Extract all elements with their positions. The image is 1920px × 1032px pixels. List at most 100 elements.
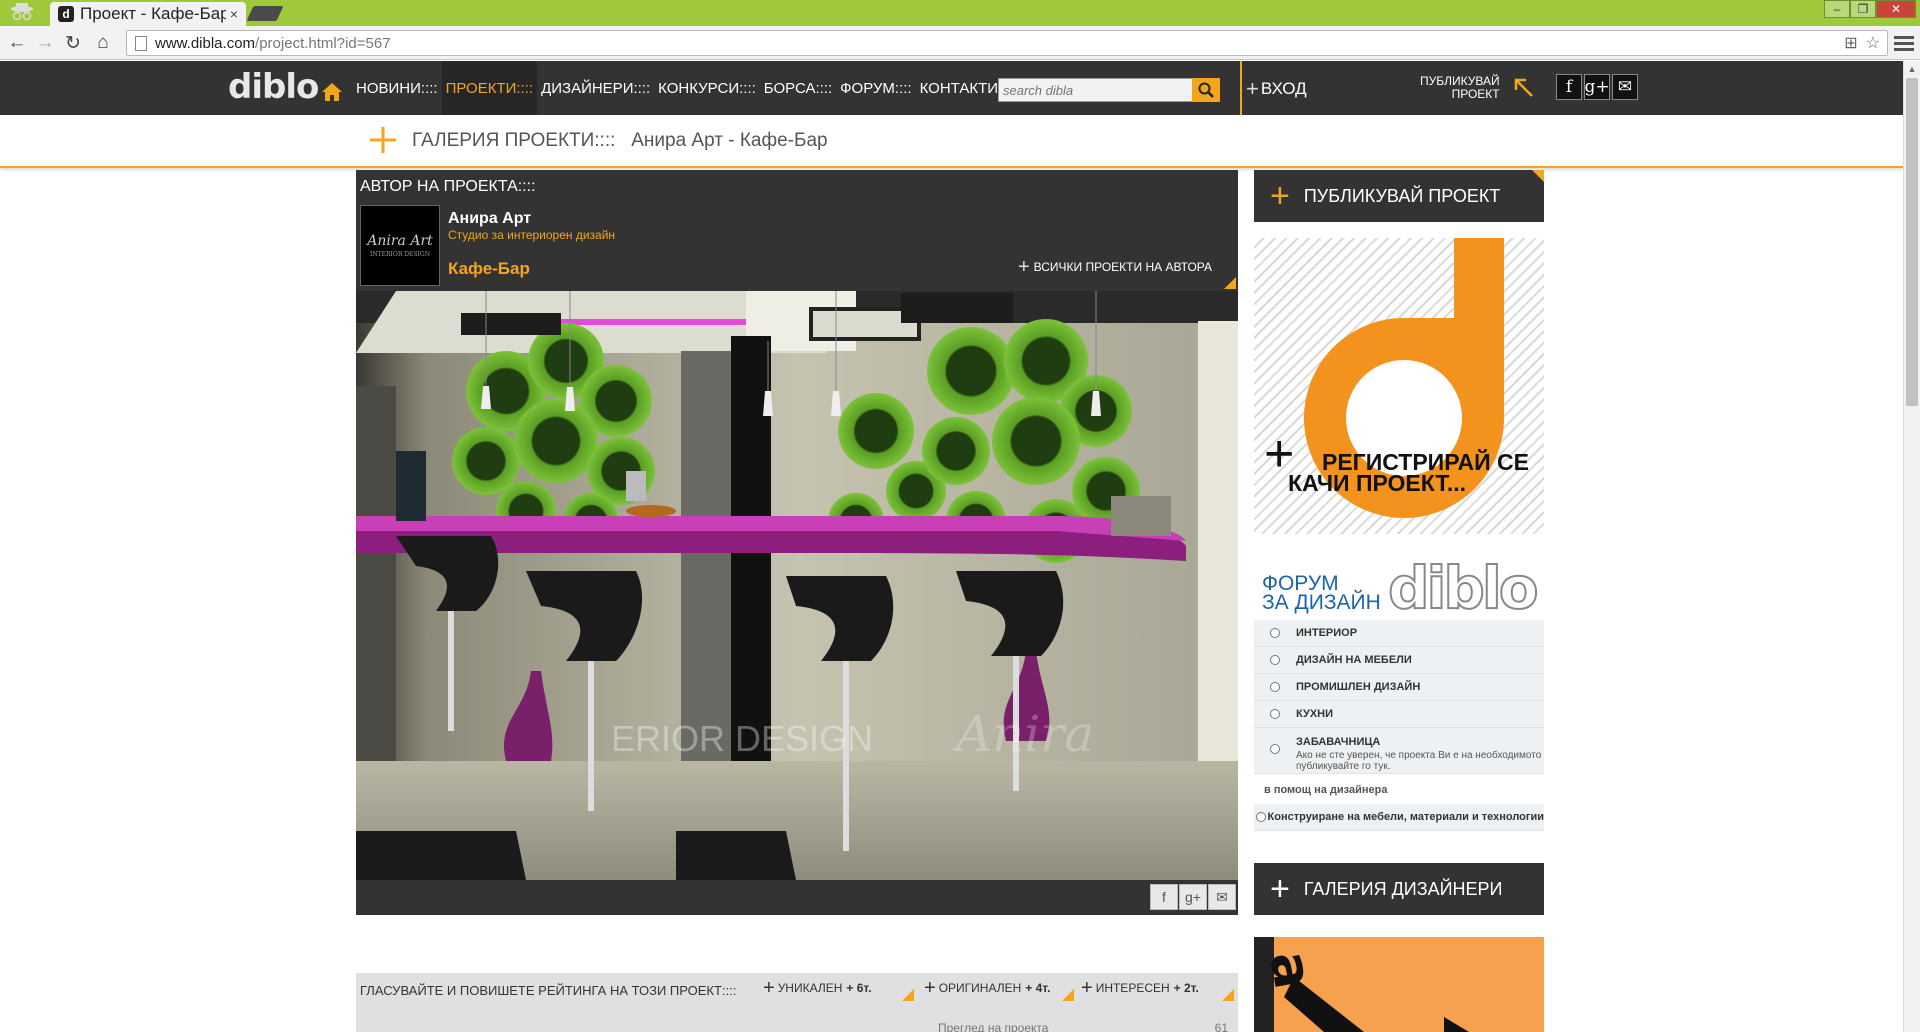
- vote-interesting-button[interactable]: + ИНТЕРЕСЕН + 2т.: [1081, 978, 1199, 998]
- share-google-plus-icon[interactable]: g+: [1179, 884, 1207, 910]
- incognito-icon: [11, 3, 33, 21]
- vote-points: + 4т.: [1025, 981, 1051, 995]
- window-controls: – ❐ ✕: [1824, 0, 1916, 18]
- image-watermark: ERIOR DESIGN: [611, 718, 873, 759]
- plus-icon: +: [763, 977, 775, 999]
- breadcrumb-text[interactable]: ГАЛЕРИЯ ПРОЕКТИ:::: Анира Арт - Кафе-Бар: [412, 130, 828, 152]
- promo-line2: КАЧИ ПРОЕКТ...: [1288, 470, 1467, 496]
- email-icon[interactable]: ✉: [1612, 74, 1638, 100]
- tab-title: Проект - Кафе-Бар: [80, 4, 226, 23]
- vote-unique-button[interactable]: + УНИКАЛЕН + 6т.: [763, 977, 872, 999]
- author-panel: АВТОР НА ПРОЕКТА:::: Anira Art INTERIOR …: [356, 170, 1238, 291]
- project-title: Кафе-Бар: [448, 259, 530, 278]
- reload-icon[interactable]: ↻: [62, 32, 84, 54]
- forum-category-industrial[interactable]: ПРОМИШЛЕН ДИЗАЙН: [1254, 674, 1544, 701]
- url-host: www.dibla.com: [155, 34, 256, 52]
- home-icon[interactable]: [322, 83, 342, 101]
- register-promo-banner[interactable]: + РЕГИСТРИРАЙ СЕ КАЧИ ПРОЕКТ...: [1254, 238, 1544, 534]
- forum-category-label: ПРОМИШЛЕН ДИЗАЙН: [1296, 681, 1421, 693]
- plus-icon: +: [1270, 870, 1290, 908]
- forum-diblo-logo: diblo: [1387, 554, 1540, 620]
- share-facebook-icon[interactable]: f: [1150, 884, 1178, 910]
- publish-line2: ПРОЕКТ: [1451, 87, 1500, 101]
- share-email-icon[interactable]: ✉: [1208, 884, 1236, 910]
- new-tab-button[interactable]: [246, 6, 284, 21]
- vote-prompt: ГЛАСУВАЙТЕ И ПОВИШЕТЕ РЕЙТИНГА НА ТОЗИ П…: [360, 983, 737, 998]
- svg-text:Anira: Anira: [952, 705, 1094, 763]
- page-scrollbar[interactable]: ▲: [1903, 61, 1920, 1032]
- forum-category-interior[interactable]: ИНТЕРИОР: [1254, 620, 1544, 647]
- nav-news[interactable]: НОВИНИ::::: [352, 61, 442, 115]
- facebook-icon[interactable]: f: [1556, 74, 1582, 100]
- nav-forum[interactable]: ФОРУМ::::: [836, 61, 915, 115]
- search-button[interactable]: [1192, 78, 1220, 102]
- google-plus-icon[interactable]: g+: [1584, 74, 1610, 100]
- browser-tab[interactable]: d Проект - Кафе-Бар ×: [50, 2, 246, 26]
- designers-promo-banner[interactable]: a: [1254, 937, 1544, 1032]
- nav-contests[interactable]: КОНКУРСИ::::: [654, 61, 760, 115]
- forum-label: ФОРУМ ЗА ДИЗАЙН: [1262, 573, 1381, 614]
- login-label: ВХОД: [1260, 79, 1307, 98]
- login-link[interactable]: + ВХОД: [1246, 78, 1307, 100]
- forum-category-construction[interactable]: Конструиране на мебели, материали и техн…: [1254, 804, 1544, 831]
- nav-projects[interactable]: ПРОЕКТИ::::: [441, 61, 538, 115]
- radio-icon: [1254, 655, 1296, 665]
- radio-icon: [1254, 812, 1268, 822]
- address-bar[interactable]: www.dibla.com/project.html?id=567: [126, 30, 1888, 56]
- home-page-icon[interactable]: ⌂: [92, 32, 114, 54]
- radio-icon: [1254, 682, 1296, 692]
- publish-project-heading[interactable]: + ПУБЛИКУВАЙ ПРОЕКТ: [1254, 170, 1544, 222]
- nav-designers[interactable]: ДИЗАЙНЕРИ::::: [537, 61, 654, 115]
- forum-line2: ЗА ДИЗАЙН: [1262, 591, 1381, 614]
- radio-icon: [1254, 628, 1296, 638]
- browser-menu-icon[interactable]: [1894, 31, 1914, 55]
- tab-favicon: d: [58, 6, 74, 22]
- forum-category-label: Конструиране на мебели, материали и техн…: [1267, 811, 1544, 823]
- forum-category-label: ДИЗАЙН НА МЕБЕЛИ: [1296, 654, 1412, 666]
- browser-tabstrip: d Проект - Кафе-Бар × – ❐ ✕: [0, 0, 1920, 26]
- scroll-up-icon[interactable]: ▲: [1904, 61, 1920, 77]
- vote-original-button[interactable]: + ОРИГИНАЛЕН + 4т.: [924, 977, 1051, 999]
- radio-icon: [1254, 736, 1296, 754]
- translate-icon[interactable]: ⊞: [1844, 33, 1857, 53]
- designers-gallery-label: ГАЛЕРИЯ ДИЗАЙНЕРИ: [1303, 878, 1503, 899]
- cafe-bar-render: Anira ERIOR DESIGN: [356, 291, 1238, 880]
- all-author-projects-link[interactable]: + ВСИЧКИ ПРОЕКТИ НА АВТОРА: [1018, 257, 1212, 277]
- project-image[interactable]: Anira ERIOR DESIGN: [356, 291, 1238, 880]
- breadcrumb: ГАЛЕРИЯ ПРОЕКТИ:::: Анира Арт - Кафе-Бар: [0, 115, 1903, 168]
- browser-toolbar: ← → ↻ ⌂ www.dibla.com/project.html?id=56…: [0, 26, 1920, 60]
- back-icon[interactable]: ←: [6, 32, 28, 54]
- arrow-up-left-icon[interactable]: [1512, 76, 1536, 100]
- promo-text: РЕГИСТРИРАЙ СЕ КАЧИ ПРОЕКТ...: [1288, 451, 1529, 496]
- vote-label: УНИКАЛЕН: [777, 981, 843, 995]
- maximize-button[interactable]: ❐: [1850, 0, 1876, 18]
- nav-exchange[interactable]: БОРСА::::: [760, 61, 836, 115]
- all-projects-label: ВСИЧКИ ПРОЕКТИ НА АВТОРА: [1033, 260, 1212, 274]
- views-value: 61: [1214, 1021, 1228, 1032]
- forum-category-furniture[interactable]: ДИЗАЙН НА МЕБЕЛИ: [1254, 647, 1544, 674]
- publish-project-link[interactable]: ПУБЛИКУВАЙ ПРОЕКТ: [1420, 75, 1500, 101]
- forum-category-fun[interactable]: ЗАБАВАЧНИЦА Ако не сте уверен, че проект…: [1254, 728, 1544, 774]
- author-avatar-sub: INTERIOR DESIGN: [370, 251, 430, 258]
- designers-gallery-heading[interactable]: + ГАЛЕРИЯ ДИЗАЙНЕРИ: [1254, 863, 1544, 915]
- corner-triangle-icon: [1222, 989, 1234, 1001]
- author-name[interactable]: Анира Арт: [448, 210, 531, 228]
- window-close-button[interactable]: ✕: [1876, 0, 1916, 18]
- scroll-thumb[interactable]: [1906, 78, 1918, 406]
- header-social: f g+ ✉: [1556, 74, 1638, 100]
- tab-close-icon[interactable]: ×: [230, 6, 238, 22]
- author-avatar[interactable]: Anira Art INTERIOR DESIGN: [360, 205, 440, 286]
- image-share-bar: f g+ ✉: [356, 880, 1238, 915]
- project-views: Преглед на проекта 61: [938, 1021, 1228, 1032]
- forward-icon[interactable]: →: [34, 32, 56, 54]
- bookmark-star-icon[interactable]: ☆: [1866, 33, 1880, 53]
- author-avatar-logo: Anira Art: [367, 233, 433, 249]
- forum-category-kitchens[interactable]: КУХНИ: [1254, 701, 1544, 728]
- plus-icon: +: [924, 977, 936, 999]
- forum-logo[interactable]: ФОРУМ ЗА ДИЗАЙН diblo: [1254, 548, 1544, 620]
- search-input[interactable]: [999, 79, 1189, 101]
- author-heading: АВТОР НА ПРОЕКТА::::: [360, 178, 536, 195]
- sidebar: + ПУБЛИКУВАЙ ПРОЕКТ: [1254, 170, 1544, 222]
- minimize-button[interactable]: –: [1824, 0, 1850, 18]
- site-logo[interactable]: diblo: [228, 67, 319, 107]
